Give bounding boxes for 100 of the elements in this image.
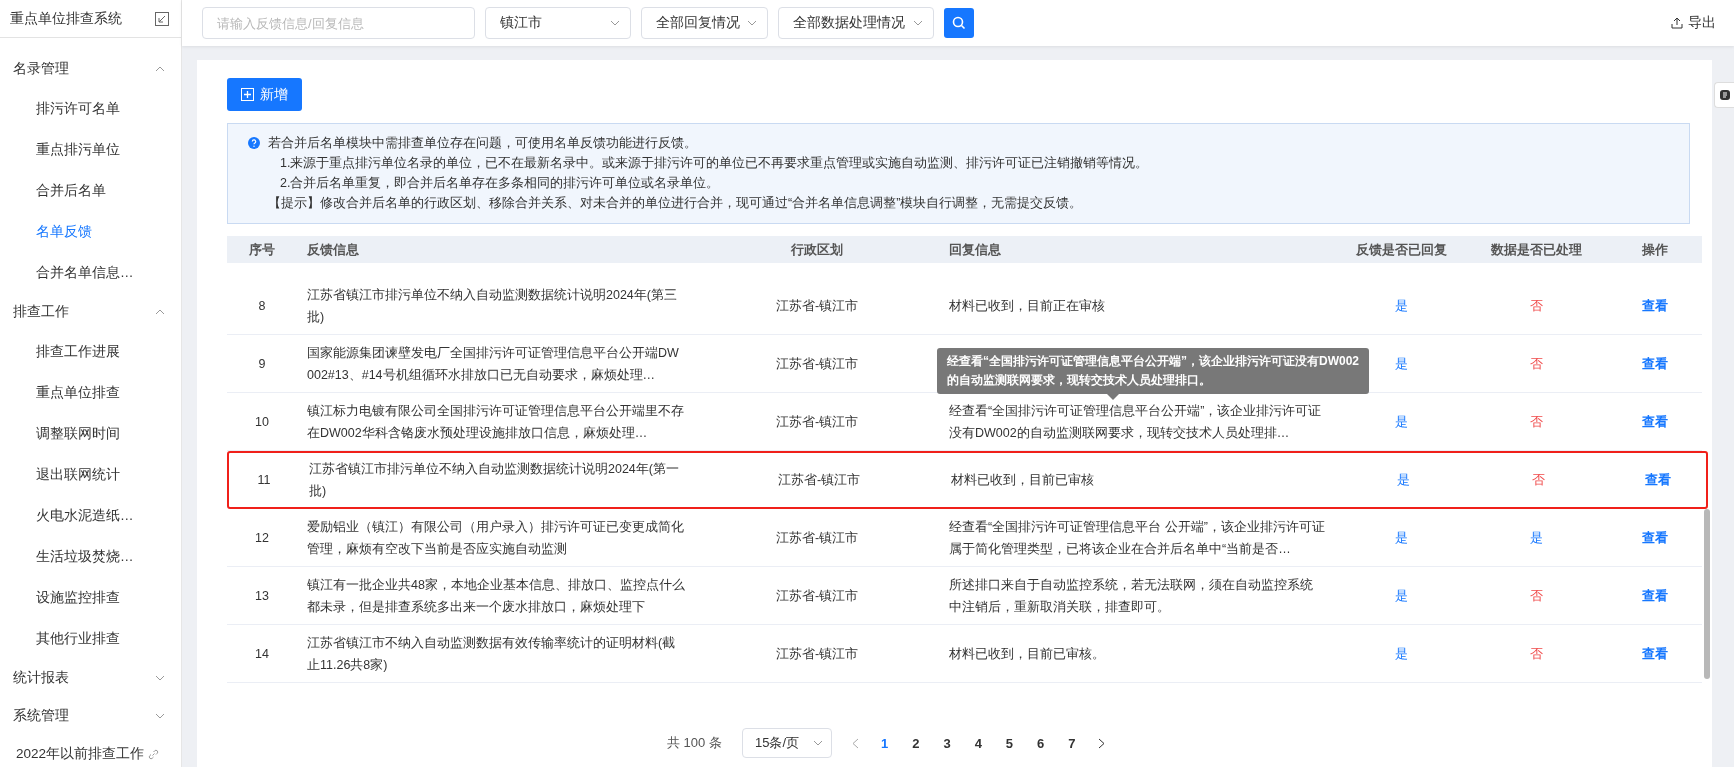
- menu-item[interactable]: 排查工作进展: [27, 331, 181, 372]
- table-cell-text: 14: [254, 645, 270, 663]
- column-header: 数据是否已处理: [1489, 241, 1583, 259]
- table-cell-text: 江苏省-镇江市: [774, 529, 860, 547]
- chevron-up-icon: [155, 66, 165, 72]
- help-icon: [248, 137, 260, 149]
- page-button[interactable]: 2: [910, 735, 922, 751]
- status-text: 否: [1529, 356, 1543, 371]
- table-cell-text: 江苏省-镇江市: [774, 413, 860, 431]
- table-cell-text: 江苏省-镇江市: [776, 472, 862, 489]
- status-text: 否: [1531, 473, 1545, 487]
- table-cell-text: 11: [256, 472, 272, 489]
- scrollbar[interactable]: [1704, 509, 1710, 679]
- side-tool-button[interactable]: [1714, 82, 1734, 108]
- status-text: 是: [1394, 414, 1408, 429]
- menu-item[interactable]: 合并名单信息…: [27, 252, 181, 293]
- status-text: 是: [1394, 356, 1408, 371]
- menu-item[interactable]: 重点单位排查: [27, 372, 181, 413]
- table-cell-text: 9: [257, 355, 267, 373]
- status-text: 是: [1394, 646, 1408, 661]
- menu-group[interactable]: 统计报表: [0, 659, 181, 697]
- column-header: 行政区划: [790, 241, 844, 259]
- page-button[interactable]: 1: [878, 735, 891, 751]
- table-cell-text: 江苏省镇江市排污单位不纳入自动监测数据统计说明2024年(第三批): [306, 286, 678, 326]
- table-cell-text: 13: [254, 587, 270, 605]
- menu-item[interactable]: 调整联网时间: [27, 413, 181, 454]
- column-header: 反馈是否已回复: [1354, 241, 1448, 259]
- view-link[interactable]: 查看: [1641, 588, 1668, 603]
- chevron-down-icon: [913, 20, 923, 26]
- menu-item[interactable]: 重点排污单位: [27, 129, 181, 170]
- page-button[interactable]: 5: [1003, 735, 1016, 751]
- search-button[interactable]: [944, 8, 974, 38]
- tooltip: 经查看“全国排污许可证管理信息平台公开端”，该企业排污许可证没有DW002的自动监测联网要求，现转交技术人员处理排口。: [937, 347, 1369, 394]
- menu-link[interactable]: 2022年以前排查工作: [0, 735, 181, 767]
- add-button[interactable]: 新增: [227, 78, 302, 111]
- menu-group[interactable]: 排查工作: [0, 293, 181, 331]
- filter-select[interactable]: 镇江市: [485, 7, 631, 39]
- status-text: 是: [1394, 530, 1408, 545]
- chevron-down-icon: [747, 20, 757, 26]
- table-cell-text: 材料已收到，目前已审核: [950, 472, 1095, 489]
- menu-item[interactable]: 排污许可名单: [27, 88, 181, 129]
- menu-item[interactable]: 火电水泥造纸…: [27, 495, 181, 536]
- collapse-icon[interactable]: [155, 11, 169, 26]
- table-cell-text: 江苏省-镇江市: [774, 587, 860, 605]
- table-cell-text: 江苏省-镇江市: [774, 645, 860, 663]
- tooltip-arrow: [1107, 393, 1119, 400]
- notice-text: 1.来源于重点排污单位名录的单位，已不在最新名录中。或来源于排污许可的单位已不再要求重点管理或实施自动监测、排污许可证已注销撤销等情况。: [280, 155, 1149, 172]
- column-header: 操作: [1640, 241, 1669, 259]
- view-link[interactable]: 查看: [1644, 473, 1671, 487]
- filter-select[interactable]: 全部数据处理情况: [778, 7, 934, 39]
- menu-item[interactable]: 其他行业排查: [27, 618, 181, 659]
- view-link[interactable]: 查看: [1641, 646, 1668, 661]
- next-page-icon[interactable]: [1097, 737, 1105, 749]
- table-cell-text: 镇江标力电镀有限公司全国排污许可证管理信息平台公开端里不存在DW002华科含铬废水预处理设施排放口信息，麻烦处理…: [306, 402, 685, 442]
- table-cell-text: 经查看“全国排污许可证管理信息平台 公开端”，该企业排污许可证属于简化管理类型，已将该企业在合并后名单中“当前是否…: [948, 518, 1326, 558]
- table-cell-text: 10: [254, 413, 270, 431]
- menu-item[interactable]: 设施监控排查: [27, 577, 181, 618]
- table-cell-text: 江苏省-镇江市: [774, 355, 860, 373]
- page-button[interactable]: 4: [972, 735, 984, 751]
- page-button[interactable]: 6: [1035, 735, 1047, 751]
- search-field[interactable]: 请输入反馈信息/回复信息: [202, 7, 475, 39]
- table-cell-text: 江苏省镇江市不纳入自动监测数据有效传输率统计的证明材料(截止11.26共8家): [306, 634, 677, 674]
- page-button[interactable]: 7: [1066, 735, 1078, 751]
- view-link[interactable]: 查看: [1641, 356, 1668, 371]
- status-text: 否: [1529, 588, 1543, 603]
- view-link[interactable]: 查看: [1641, 298, 1668, 313]
- view-link[interactable]: 查看: [1641, 530, 1668, 545]
- table-cell-text: 国家能源集团谏壁发电厂全国排污许可证管理信息平台公开端DW002#13、#14号机组循环水排放口已无自动要求，麻烦处理…: [306, 344, 680, 384]
- table-cell-text: 12: [254, 529, 270, 547]
- menu-group[interactable]: 名录管理: [0, 50, 181, 88]
- plus-square-icon: [241, 88, 254, 101]
- page-button[interactable]: 3: [941, 735, 953, 751]
- table-cell-text: 镇江有一批企业共48家，本地企业基本信息、排放口、监控点什么都未录，但是排查系统多出来一个废水排放口，麻烦处理下: [306, 576, 686, 616]
- menu-item[interactable]: 退出联网统计: [27, 454, 181, 495]
- view-link[interactable]: 查看: [1641, 414, 1668, 429]
- upload-icon: [1671, 17, 1683, 29]
- menu-item[interactable]: 合并后名单: [27, 170, 181, 211]
- app-title: 重点单位排查系统: [10, 9, 122, 28]
- table-cell-text: 所述排口来自于自动监控系统，若无法联网，须在自动监控系统中注销后，重新取消关联，排查即可。: [948, 576, 1314, 616]
- chevron-up-icon: [155, 309, 165, 315]
- export-button[interactable]: 导出: [1665, 13, 1722, 33]
- column-header: 反馈信息: [306, 241, 360, 259]
- status-text: 是: [1396, 473, 1410, 487]
- notice-text: 2.合并后名单重复，即合并后名单存在多条相同的排污许可单位或名录单位。: [280, 175, 720, 192]
- status-text: 是: [1529, 530, 1543, 545]
- menu-group[interactable]: 系统管理: [0, 697, 181, 735]
- notice-text: 【提示】修改合并后名单的行政区划、移除合并关系、对未合并的单位进行合并，现可通过“合并名单信息调整”模块自行调整，无需提交反馈。: [268, 195, 1083, 212]
- menu-item[interactable]: 生活垃圾焚烧…: [27, 536, 181, 577]
- status-text: 是: [1394, 588, 1408, 603]
- notice-text: 若合并后名单模块中需排查单位存在问题，可使用名单反馈功能进行反馈。: [268, 135, 697, 152]
- page-size-select[interactable]: 15条/页: [741, 728, 832, 758]
- filter-select[interactable]: 全部回复情况: [641, 7, 768, 39]
- chevron-down-icon: [155, 675, 165, 681]
- column-header: 回复信息: [948, 241, 1002, 259]
- table-cell-text: 材料已收到，目前正在审核: [948, 297, 1106, 315]
- chevron-down-icon: [155, 713, 165, 719]
- link-icon: [148, 748, 160, 760]
- status-text: 否: [1529, 414, 1543, 429]
- menu-item[interactable]: 名单反馈: [27, 211, 181, 252]
- status-text: 否: [1529, 298, 1543, 313]
